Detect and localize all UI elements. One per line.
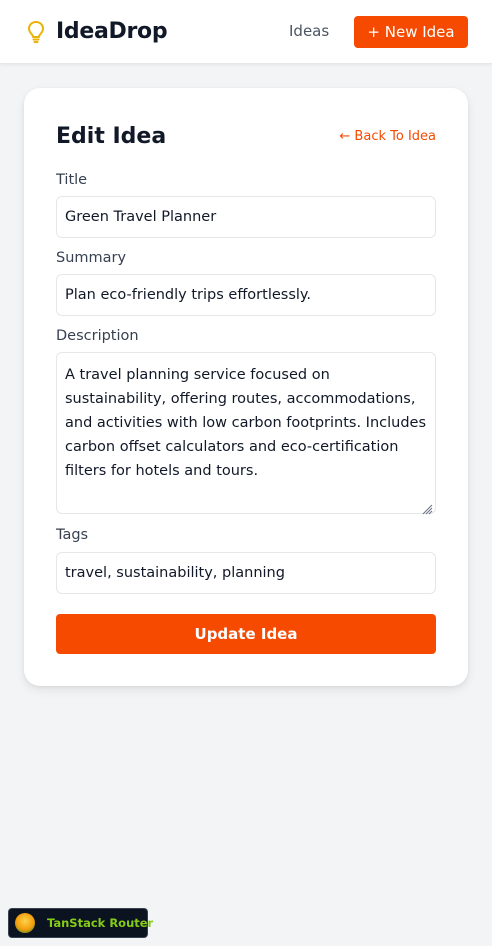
tags-label: Tags xyxy=(56,527,89,543)
title-input[interactable]: Green Travel Planner xyxy=(56,196,436,238)
description-textarea[interactable]: A travel planning service focused on sus… xyxy=(56,352,436,515)
tanstack-logo-icon xyxy=(15,913,35,933)
new-idea-button[interactable]: + New Idea xyxy=(354,16,468,48)
summary-input-value: Plan eco-friendly trips effortlessly. xyxy=(65,287,312,303)
lightbulb-icon xyxy=(24,20,48,44)
back-to-idea-link[interactable]: ← Back To Idea xyxy=(339,129,436,144)
description-label: Description xyxy=(56,328,139,344)
title-input-value: Green Travel Planner xyxy=(65,209,217,225)
tags-input-value: travel, sustainability, planning xyxy=(65,565,285,581)
summary-input[interactable]: Plan eco-friendly trips effortlessly. xyxy=(56,274,436,316)
devtools-label: TanStack Router xyxy=(47,916,154,930)
page-title: Edit Idea xyxy=(56,124,167,149)
tags-input[interactable]: travel, sustainability, planning xyxy=(56,552,436,594)
top-nav: IdeaDrop Ideas + New Idea xyxy=(0,0,492,64)
edit-idea-card: Edit Idea ← Back To Idea Title Green Tra… xyxy=(24,88,468,686)
router-devtools-toggle[interactable]: TanStack Router xyxy=(8,908,153,938)
brand-name: IdeaDrop xyxy=(56,19,168,44)
title-label: Title xyxy=(56,172,88,188)
update-idea-button[interactable]: Update Idea xyxy=(56,614,436,654)
summary-label: Summary xyxy=(56,250,127,266)
resize-handle-icon[interactable] xyxy=(421,499,433,515)
nav-link-ideas[interactable]: Ideas xyxy=(289,22,329,40)
description-textarea-value: A travel planning service focused on sus… xyxy=(65,367,427,479)
brand[interactable]: IdeaDrop xyxy=(24,19,168,44)
